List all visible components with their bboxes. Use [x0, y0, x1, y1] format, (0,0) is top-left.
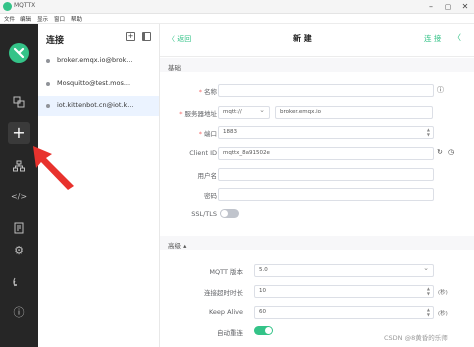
connect-button[interactable]: 连 接 [424, 33, 441, 44]
title-bar: MQTTX – ▢ ✕ [0, 0, 474, 14]
ssl-label: SSL/TLS [191, 210, 217, 218]
keep-alive-unit: (秒) [438, 311, 448, 317]
advanced-section-header [160, 236, 474, 250]
connections-panel: 连接 + broker.emqx.io@brok... Mosquitto@te… [38, 24, 160, 347]
watermark: CSDN @8黄昏的乐师 [384, 334, 448, 342]
port-label: * 端口 [198, 130, 217, 138]
name-label: * 名称 [198, 88, 217, 96]
left-sidebar: + </> ⚙ ⓘ [0, 24, 38, 347]
connection-name: iot.kittenbot.cn@iot.k... [57, 101, 134, 109]
mqtt-version-select[interactable]: 5.0 [254, 264, 434, 277]
add-connection-button[interactable]: + [126, 32, 135, 41]
port-field[interactable]: 1883 ▲ ▼ [218, 126, 434, 139]
settings-icon[interactable]: ⚙ [9, 241, 29, 261]
auto-reconnect-label: 自动重连 [217, 329, 243, 337]
basic-section-label: 基础 [168, 64, 181, 72]
connection-item[interactable]: Mosquitto@test.mos... [38, 74, 159, 94]
timeout-unit: (秒) [438, 290, 448, 296]
close-icon[interactable]: ✕ [458, 1, 472, 13]
client-id-label: Client ID [189, 149, 217, 157]
back-link[interactable]: 〈 返回 [168, 34, 191, 44]
password-field[interactable] [218, 188, 434, 201]
port-value: 1883 [223, 129, 237, 135]
password-label: 密码 [204, 192, 217, 200]
connect-timeout-value: 10 [259, 288, 266, 294]
refresh-icon[interactable]: ↻ [437, 148, 443, 156]
mqttx-logo-icon [3, 2, 12, 11]
info-icon[interactable]: ⓘ [9, 303, 29, 323]
connection-status-dot [46, 82, 50, 86]
new-connection-icon[interactable]: + [8, 122, 30, 144]
keep-alive-stepper[interactable]: ▲ ▼ [427, 307, 430, 317]
advanced-section-label[interactable]: 高级 ▴ [168, 240, 186, 250]
port-stepper[interactable]: ▲ ▼ [427, 127, 430, 137]
new-connection-form: 〈 返回 新 建 连 接 〈 基础 *名称 ⓘ *服务器地址 mqtt:// b… [160, 24, 474, 347]
connection-name: Mosquitto@test.mos... [57, 79, 131, 87]
divider [160, 56, 474, 57]
name-field[interactable] [218, 84, 434, 97]
connection-status-dot [46, 59, 50, 63]
mqttx-brand-icon [9, 43, 29, 63]
menu-view[interactable]: 显示 [37, 15, 48, 23]
auto-reconnect-toggle[interactable] [254, 326, 273, 335]
maximize-icon[interactable]: ▢ [441, 1, 455, 13]
timeout-stepper[interactable]: ▲ ▼ [427, 286, 430, 296]
keep-alive-field[interactable]: 60 ▲ ▼ [254, 306, 434, 319]
window-title: MQTTX [14, 2, 36, 9]
chevron-left-icon[interactable]: 〈 [453, 32, 461, 43]
connection-item[interactable]: broker.emqx.io@brok... [38, 51, 159, 71]
keep-alive-label: Keep Alive [208, 308, 243, 316]
connection-name: broker.emqx.io@brok... [57, 56, 133, 64]
clock-icon[interactable]: ◷ [448, 148, 454, 156]
keep-alive-value: 60 [259, 309, 266, 315]
connect-timeout-label: 连接超时时长 [204, 289, 243, 297]
log-icon[interactable] [9, 218, 29, 238]
mqtt-version-label: MQTT 版本 [209, 268, 243, 276]
ssl-toggle[interactable] [220, 209, 239, 218]
host-field[interactable]: broker.emqx.io [275, 106, 433, 119]
info-icon[interactable]: ⓘ [437, 85, 444, 95]
connection-status-dot [46, 104, 50, 108]
username-label: 用户名 [197, 172, 218, 180]
menu-edit[interactable]: 编辑 [20, 15, 31, 23]
protocol-select[interactable]: mqtt:// [218, 106, 270, 119]
host-label: * 服务器地址 [179, 110, 217, 118]
username-field[interactable] [218, 168, 434, 181]
connections-icon[interactable] [9, 92, 29, 112]
toggle-panel-icon[interactable] [142, 32, 151, 41]
connections-title: 连接 [46, 36, 65, 46]
menu-window[interactable]: 窗口 [54, 15, 65, 23]
script-icon[interactable]: </> [9, 187, 29, 207]
connect-timeout-field[interactable]: 10 ▲ ▼ [254, 285, 434, 298]
menu-file[interactable]: 文件 [4, 15, 15, 23]
menu-help[interactable]: 帮助 [71, 15, 82, 23]
menu-bar: 文件 编辑 显示 窗口 帮助 [0, 14, 474, 24]
topology-icon[interactable] [9, 156, 29, 176]
client-id-field[interactable]: mqttx_8a91502e [218, 147, 434, 160]
minimize-icon[interactable]: – [424, 1, 438, 13]
subscription-icon[interactable] [9, 272, 29, 292]
connection-item[interactable]: iot.kittenbot.cn@iot.k... [38, 96, 159, 116]
page-title: 新 建 [293, 34, 312, 43]
basic-section-header [160, 58, 474, 72]
